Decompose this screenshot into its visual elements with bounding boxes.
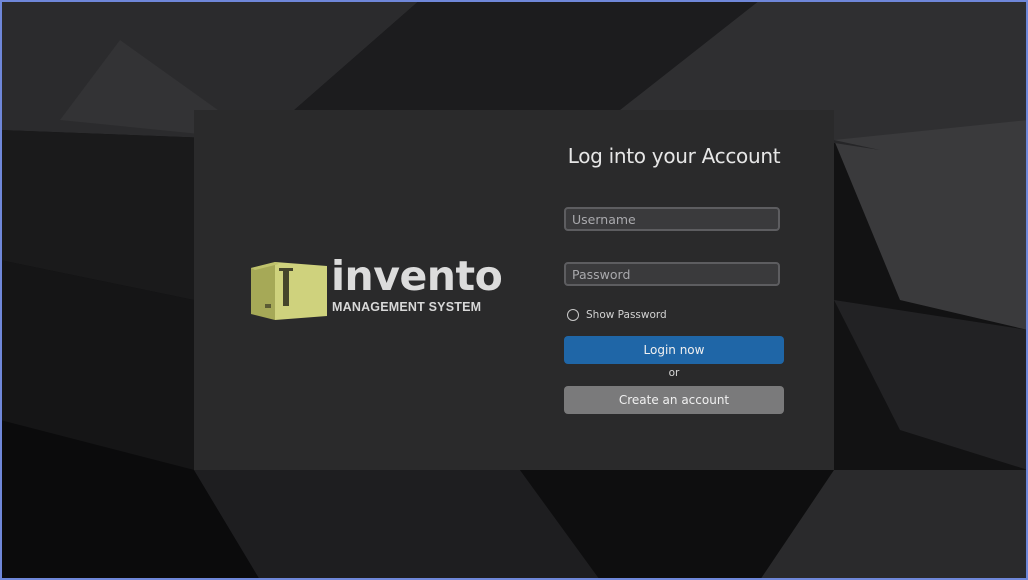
box-logo-icon <box>251 262 327 320</box>
logo-subtitle: MANAGEMENT SYSTEM <box>332 300 482 314</box>
show-password-label: Show Password <box>586 309 667 321</box>
show-password-toggle[interactable]: Show Password <box>567 307 667 323</box>
login-button[interactable]: Login now <box>564 336 784 364</box>
username-input[interactable] <box>564 207 780 231</box>
invento-logo: invento MANAGEMENT SYSTEM <box>249 256 503 320</box>
login-title: Log into your Account <box>567 144 781 168</box>
or-separator: or <box>668 367 680 379</box>
login-form: Log into your Account Show Password Logi… <box>564 110 784 470</box>
password-input[interactable] <box>564 262 780 286</box>
logo-wordmark: invento <box>331 252 503 300</box>
create-account-button[interactable]: Create an account <box>564 386 784 414</box>
login-card: invento MANAGEMENT SYSTEM Log into your … <box>194 110 834 470</box>
show-password-radio[interactable] <box>567 309 579 321</box>
